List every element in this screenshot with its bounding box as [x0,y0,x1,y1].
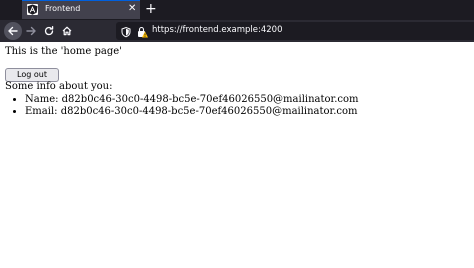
home-page-text: This is the 'home page' [5,46,122,57]
browser-chrome: Frontend ✕ + https://frontend.example:42… [0,0,474,42]
navigation-toolbar: https://frontend.example:4200 [0,20,474,42]
tab-title: Frontend [45,4,81,13]
user-email-item: Email: d82b0c46-30c0-4498-bc5e-70ef46026… [25,106,359,118]
tab-strip: Frontend ✕ + [0,0,474,20]
new-tab-plus-icon[interactable]: + [145,0,157,18]
lock-warning-icon[interactable] [136,25,148,38]
url-text[interactable]: https://frontend.example:4200 [152,25,282,35]
info-heading: Some info about you: [5,81,113,92]
logout-button[interactable]: Log out [5,68,59,82]
reload-icon[interactable] [40,22,58,40]
user-info-list: Name: d82b0c46-30c0-4498-bc5e-70ef460265… [5,94,359,118]
back-arrow-icon[interactable] [4,22,22,40]
home-icon[interactable] [58,22,76,40]
angular-icon [27,4,38,15]
page-content: This is the 'home page' Log out Some inf… [0,42,474,268]
tab-frontend[interactable]: Frontend ✕ [22,0,140,19]
shield-icon[interactable] [120,25,132,38]
tab-close-icon[interactable]: ✕ [128,2,136,16]
forward-arrow-icon[interactable] [22,22,40,40]
user-name-item: Name: d82b0c46-30c0-4498-bc5e-70ef460265… [25,94,359,106]
url-bar[interactable]: https://frontend.example:4200 [116,22,474,40]
